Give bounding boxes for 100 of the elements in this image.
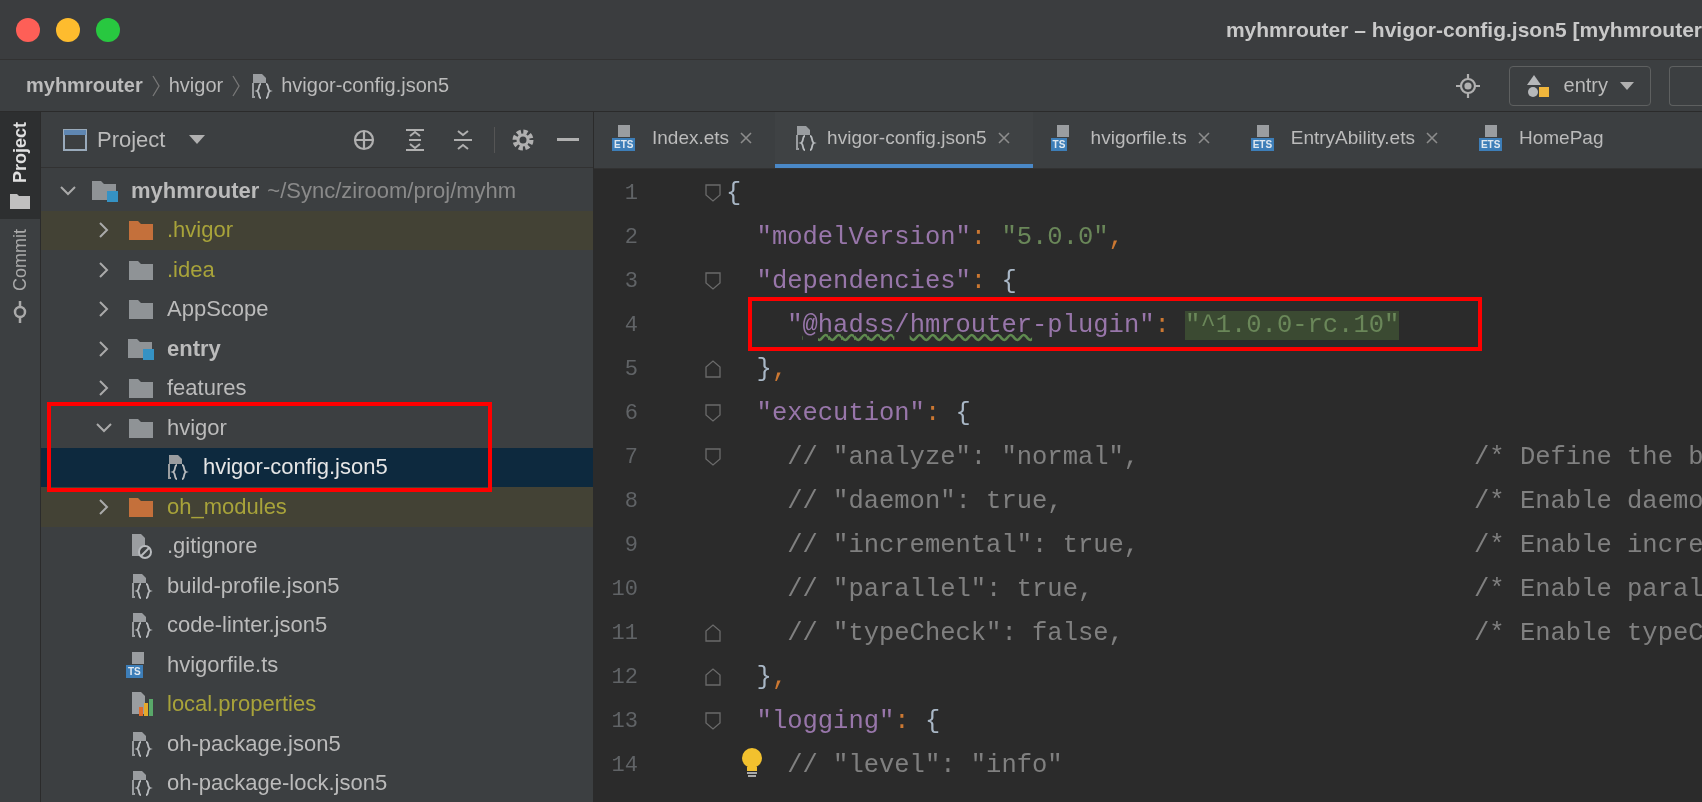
chevron-down-icon[interactable] xyxy=(59,184,77,197)
code-line: // "level": "info" xyxy=(787,750,1063,780)
settings-icon[interactable] xyxy=(511,127,535,152)
window-title: myhmrouter – hvigor-config.json5 [myhmrouter xyxy=(1225,17,1702,42)
line-number: 10 xyxy=(610,576,638,602)
tree-item[interactable]: entry xyxy=(41,329,593,369)
editor-tab[interactable]: ETS HomePag xyxy=(1460,112,1626,168)
tree-item[interactable]: oh-package.json5 xyxy=(41,724,593,764)
zoom-window-button[interactable] xyxy=(96,17,120,42)
breadcrumb-item[interactable]: myhmrouter xyxy=(26,74,143,97)
tree-item[interactable]: myhmrouter ~/Sync/ziroom/proj/myhm xyxy=(41,171,593,211)
tree-item[interactable]: .gitignore xyxy=(41,526,593,566)
line-number: 6 xyxy=(623,400,638,426)
code-line: // "incremental": true, xyxy=(787,530,1140,560)
line-number: 9 xyxy=(623,532,638,558)
fold-marker-icon[interactable] xyxy=(705,448,721,466)
folder-icon xyxy=(128,416,154,439)
module-folder-icon xyxy=(91,178,119,203)
folder-icon xyxy=(128,258,154,281)
close-icon[interactable] xyxy=(1424,131,1439,145)
line-number: 7 xyxy=(623,444,638,470)
shapes-icon xyxy=(1525,73,1552,98)
tool-window-tab[interactable]: Project xyxy=(0,112,40,220)
code-line: }, xyxy=(756,354,788,384)
folder-icon xyxy=(10,193,30,210)
tree-item[interactable]: code-linter.json5 xyxy=(41,605,593,645)
tree-item[interactable]: hvigor xyxy=(41,408,593,448)
close-window-button[interactable] xyxy=(16,17,40,42)
tree-item[interactable]: TS hvigorfile.ts xyxy=(41,645,593,685)
json-file-icon xyxy=(129,572,153,599)
tree-item[interactable]: .hvigor xyxy=(41,210,593,250)
code-line: "@hadss/hmrouter-plugin": "^1.0.0-rc.10" xyxy=(787,310,1400,340)
fold-marker-icon[interactable] xyxy=(705,712,721,730)
chevron-right-icon[interactable] xyxy=(98,339,110,358)
chevron-right-icon[interactable] xyxy=(98,221,110,240)
line-number: 4 xyxy=(623,312,638,338)
panel-title[interactable]: Project xyxy=(97,126,166,153)
caret-icon xyxy=(1620,81,1634,90)
line-number: 1 xyxy=(623,180,638,206)
lightbulb-icon[interactable] xyxy=(740,746,764,779)
line-number: 2 xyxy=(623,224,638,250)
close-icon[interactable] xyxy=(739,131,754,145)
tree-item[interactable]: .idea xyxy=(41,250,593,290)
window-icon xyxy=(63,128,87,151)
json-file-icon xyxy=(249,72,274,99)
code-comment: /* Enable typeC xyxy=(1474,618,1702,648)
code-line: // "analyze": "normal", xyxy=(787,442,1140,472)
code-comment: /* Enable daemo xyxy=(1474,486,1702,516)
code-line: "dependencies": { xyxy=(756,266,1017,296)
line-number: 3 xyxy=(623,268,638,294)
fold-marker-icon[interactable] xyxy=(705,184,721,202)
fold-marker-icon[interactable] xyxy=(705,360,721,378)
close-icon[interactable] xyxy=(1196,131,1211,145)
line-number: 5 xyxy=(623,356,638,382)
chevron-down-icon[interactable] xyxy=(95,421,113,434)
folder-icon xyxy=(128,495,154,518)
code-comment: /* Define the b xyxy=(1474,442,1702,472)
tree-item[interactable]: build-profile.json5 xyxy=(41,566,593,606)
code-line: "execution": { xyxy=(756,398,971,428)
target-icon[interactable] xyxy=(1454,72,1481,99)
editor-tab[interactable]: TS hvigorfile.ts xyxy=(1032,112,1233,168)
target-icon[interactable] xyxy=(352,127,376,152)
line-number: 8 xyxy=(623,488,638,514)
fold-marker-icon[interactable] xyxy=(705,668,721,686)
tree-item[interactable]: features xyxy=(41,368,593,408)
chevron-right-icon[interactable] xyxy=(98,379,110,398)
tree-item[interactable]: AppScope xyxy=(41,289,593,329)
code-line: { xyxy=(726,178,742,208)
close-icon[interactable] xyxy=(996,131,1011,145)
breadcrumb-item[interactable]: hvigor xyxy=(168,74,224,97)
code-line: // "daemon": true, xyxy=(787,486,1063,516)
json-file-icon xyxy=(165,454,189,481)
breadcrumb-item[interactable]: hvigor-config.json5 xyxy=(281,74,450,97)
minimize-icon[interactable] xyxy=(557,137,579,142)
folder-icon xyxy=(128,219,154,242)
tool-window-tab[interactable]: Commit xyxy=(0,219,40,334)
chevron-right-icon[interactable] xyxy=(98,300,110,319)
minimize-window-button[interactable] xyxy=(56,17,80,42)
editor-tab[interactable]: ETS EntryAbility.ets xyxy=(1232,112,1461,168)
run-configuration-dropdown[interactable]: entry xyxy=(1508,65,1651,106)
caret-icon[interactable] xyxy=(189,135,206,144)
json-file-icon xyxy=(793,125,818,151)
json-file-icon xyxy=(129,770,153,797)
module-folder-icon xyxy=(127,336,155,361)
fold-marker-icon[interactable] xyxy=(705,404,721,422)
chevron-right-icon[interactable] xyxy=(98,260,110,279)
fold-marker-icon[interactable] xyxy=(705,624,721,642)
separator-icon xyxy=(231,73,242,98)
tree-item[interactable]: oh-package-lock.json5 xyxy=(41,763,593,802)
chevron-right-icon[interactable] xyxy=(98,497,110,516)
line-number: 12 xyxy=(610,664,638,690)
separator-icon xyxy=(150,73,161,98)
code-comment: /* Enable paral xyxy=(1474,574,1702,604)
tree-item[interactable]: hvigor-config.json5 xyxy=(41,447,593,487)
folder-icon xyxy=(128,298,154,321)
editor-tab[interactable]: ETS Index.ets xyxy=(594,112,776,168)
fold-marker-icon[interactable] xyxy=(705,272,721,290)
code-line: "logging": { xyxy=(756,706,941,736)
tree-item[interactable]: local.properties xyxy=(41,684,593,724)
tree-item[interactable]: oh_modules xyxy=(41,487,593,527)
